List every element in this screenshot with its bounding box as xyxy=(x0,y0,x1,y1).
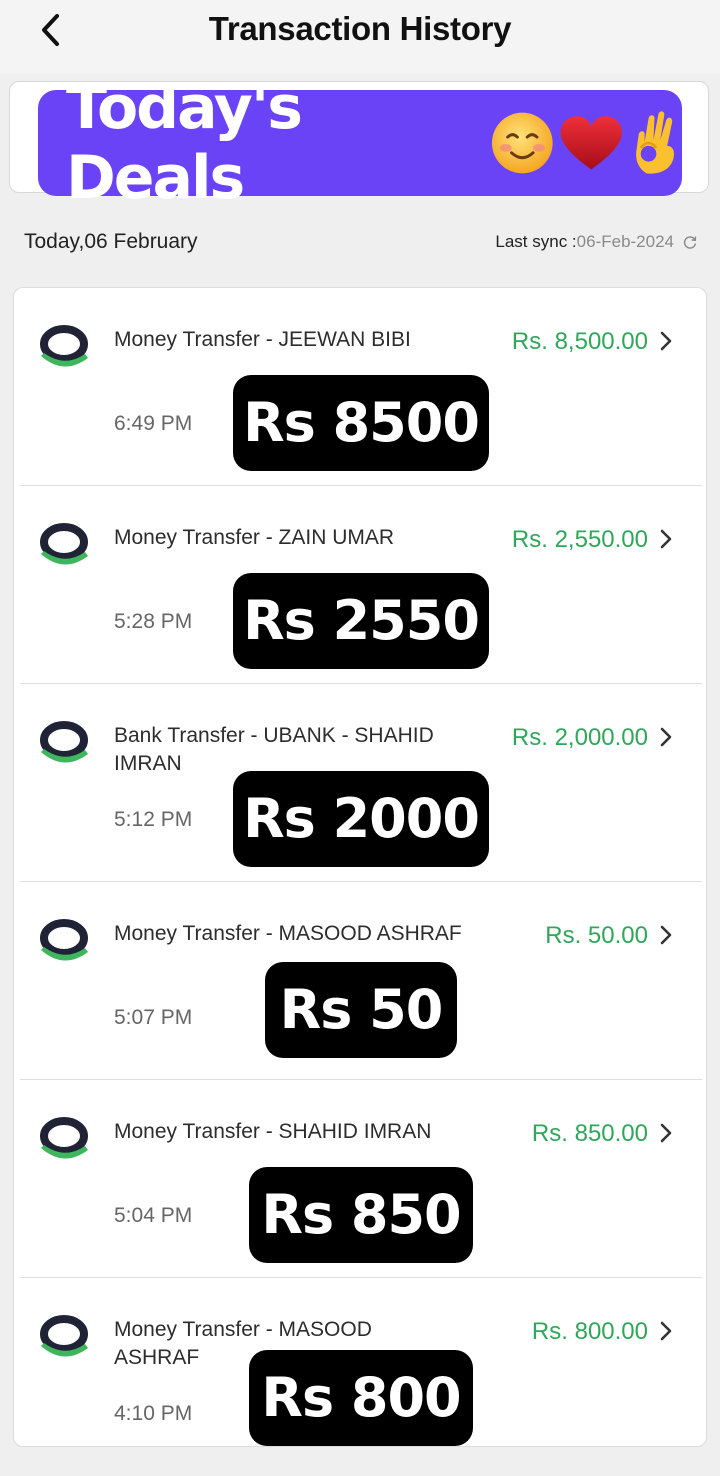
chevron-right-icon xyxy=(660,331,672,351)
date-bar: Today,06 February Last sync : 06-Feb-202… xyxy=(0,204,720,280)
chevron-right-icon xyxy=(660,727,672,747)
amount-overlay-label: Rs 800 xyxy=(249,1350,473,1446)
transaction-time: 5:12 PM xyxy=(114,808,193,831)
transaction-description: Money Transfer - SHAHID IMRAN xyxy=(114,1120,432,1143)
transaction-row[interactable]: Money Transfer - MASOOD ASHRAF Rs. 800.0… xyxy=(14,1278,708,1476)
amount-overlay-label: Rs 2000 xyxy=(233,771,489,867)
transaction-row[interactable]: Money Transfer - MASOOD ASHRAF Rs. 50.00… xyxy=(14,882,708,1080)
amount-overlay-label: Rs 50 xyxy=(265,962,457,1058)
chevron-right-icon xyxy=(660,925,672,945)
transaction-row[interactable]: Money Transfer - SHAHID IMRAN Rs. 850.00… xyxy=(14,1080,708,1278)
transaction-row[interactable]: Bank Transfer - UBANK - SHAHID IMRAN Rs.… xyxy=(14,684,708,882)
transaction-description: Money Transfer - MASOOD ASHRAF xyxy=(114,922,462,945)
top-app-bar: Transaction History xyxy=(0,0,720,74)
chevron-right-icon xyxy=(660,529,672,549)
transaction-time: 5:28 PM xyxy=(114,610,193,633)
last-sync[interactable]: Last sync : 06-Feb-2024 xyxy=(495,232,698,252)
amount-overlay-label: Rs 8500 xyxy=(233,375,489,471)
date-label: Today,06 February xyxy=(24,230,198,253)
amount-overlay-label: Rs 850 xyxy=(249,1167,473,1263)
easypaisa-logo-icon xyxy=(40,919,88,961)
easypaisa-logo-icon xyxy=(40,1315,88,1357)
easypaisa-logo-icon xyxy=(40,523,88,565)
sync-date: 06-Feb-2024 xyxy=(576,232,674,251)
transaction-amount: Rs. 850.00 xyxy=(531,1120,648,1147)
transaction-time: 5:07 PM xyxy=(114,1006,193,1029)
ok-hand-emoji xyxy=(636,111,675,174)
transaction-amount: Rs. 2,550.00 xyxy=(511,526,648,553)
sync-label: Last sync : xyxy=(495,232,577,251)
transaction-time: 5:04 PM xyxy=(114,1204,193,1227)
transaction-description: Bank Transfer - UBANK - SHAHID IMRAN xyxy=(114,724,434,775)
chevron-right-icon xyxy=(660,1123,672,1143)
chevron-right-icon xyxy=(660,1321,672,1341)
easypaisa-logo-icon xyxy=(40,1117,88,1159)
easypaisa-logo-icon xyxy=(40,721,88,763)
transaction-amount: Rs. 8,500.00 xyxy=(511,328,648,355)
amount-overlay-label: Rs 2550 xyxy=(233,573,489,669)
page-title: Transaction History xyxy=(208,10,512,47)
banner-text: Today's Deals xyxy=(66,73,303,213)
refresh-icon[interactable] xyxy=(682,234,698,250)
transaction-description: Money Transfer - JEEWAN BIBI xyxy=(114,328,411,351)
transaction-list: Money Transfer - JEEWAN BIBI Rs. 8,500.0… xyxy=(13,287,707,1447)
smiling-face-emoji xyxy=(492,112,553,174)
transaction-description: Money Transfer - ZAIN UMAR xyxy=(114,526,395,549)
transaction-row[interactable]: Money Transfer - ZAIN UMAR Rs. 2,550.00 … xyxy=(14,486,708,684)
transaction-row[interactable]: Money Transfer - JEEWAN BIBI Rs. 8,500.0… xyxy=(14,288,708,486)
transaction-amount: Rs. 50.00 xyxy=(545,922,648,949)
promo-banner[interactable]: Today's Deals xyxy=(38,73,682,213)
transaction-time: 4:10 PM xyxy=(114,1402,193,1425)
transaction-amount: Rs. 800.00 xyxy=(531,1318,648,1345)
easypaisa-logo-icon xyxy=(40,325,88,367)
heart-emoji xyxy=(560,116,622,170)
transaction-amount: Rs. 2,000.00 xyxy=(511,724,648,751)
transaction-time: 6:49 PM xyxy=(114,412,193,435)
